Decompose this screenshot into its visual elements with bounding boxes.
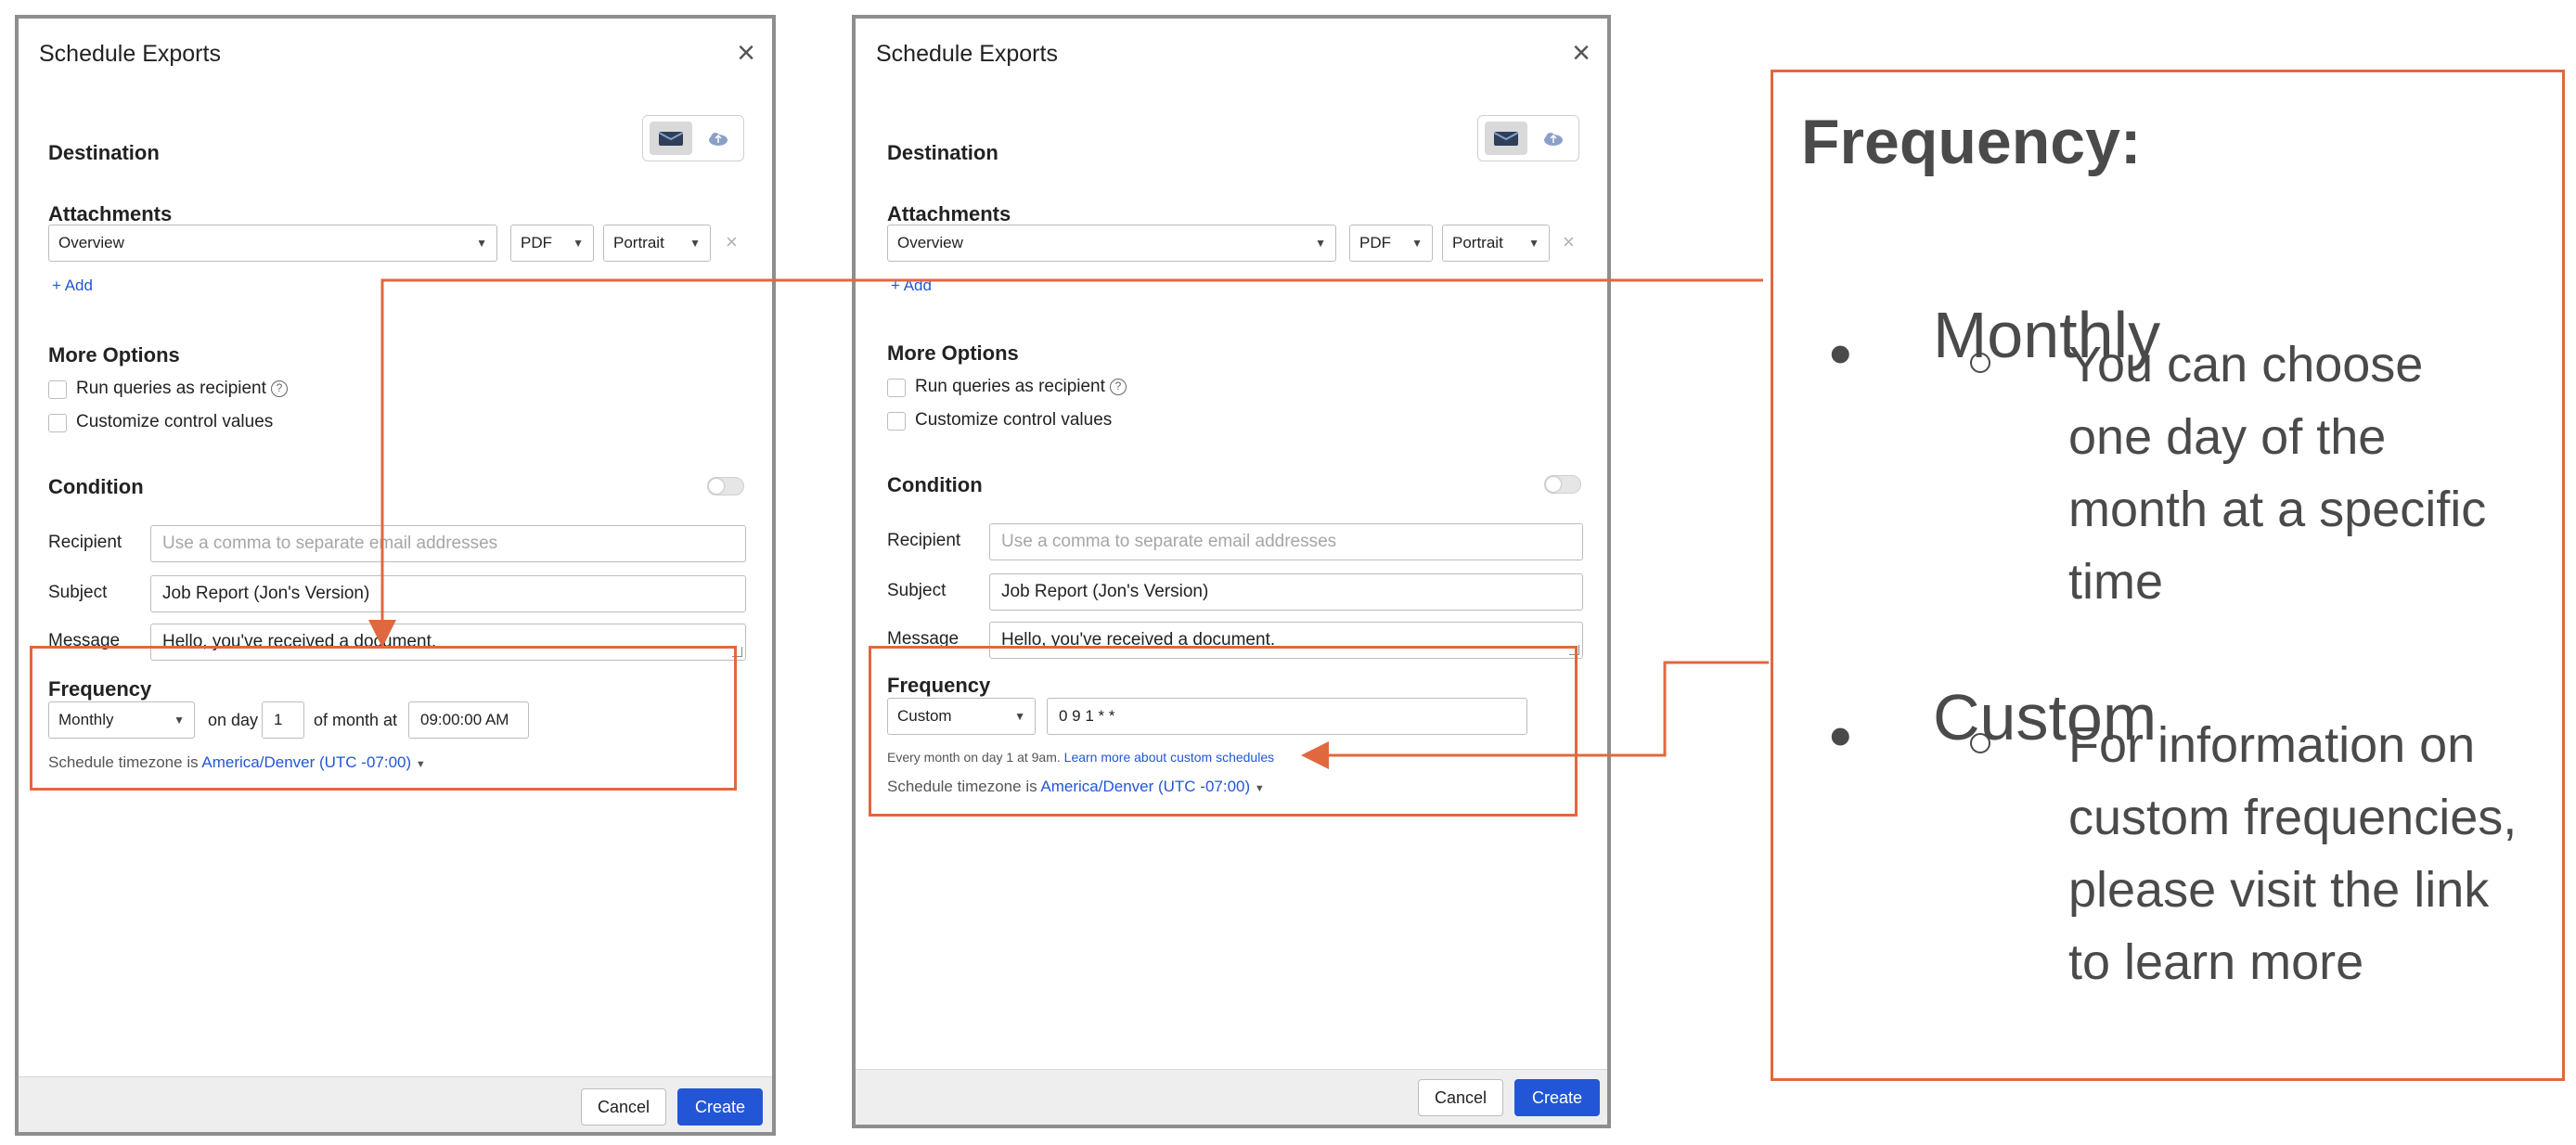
- annotation-arrows: [368, 278, 1769, 769]
- arrow-to-custom: [1301, 661, 1769, 769]
- arrow-to-monthly: [368, 278, 1763, 648]
